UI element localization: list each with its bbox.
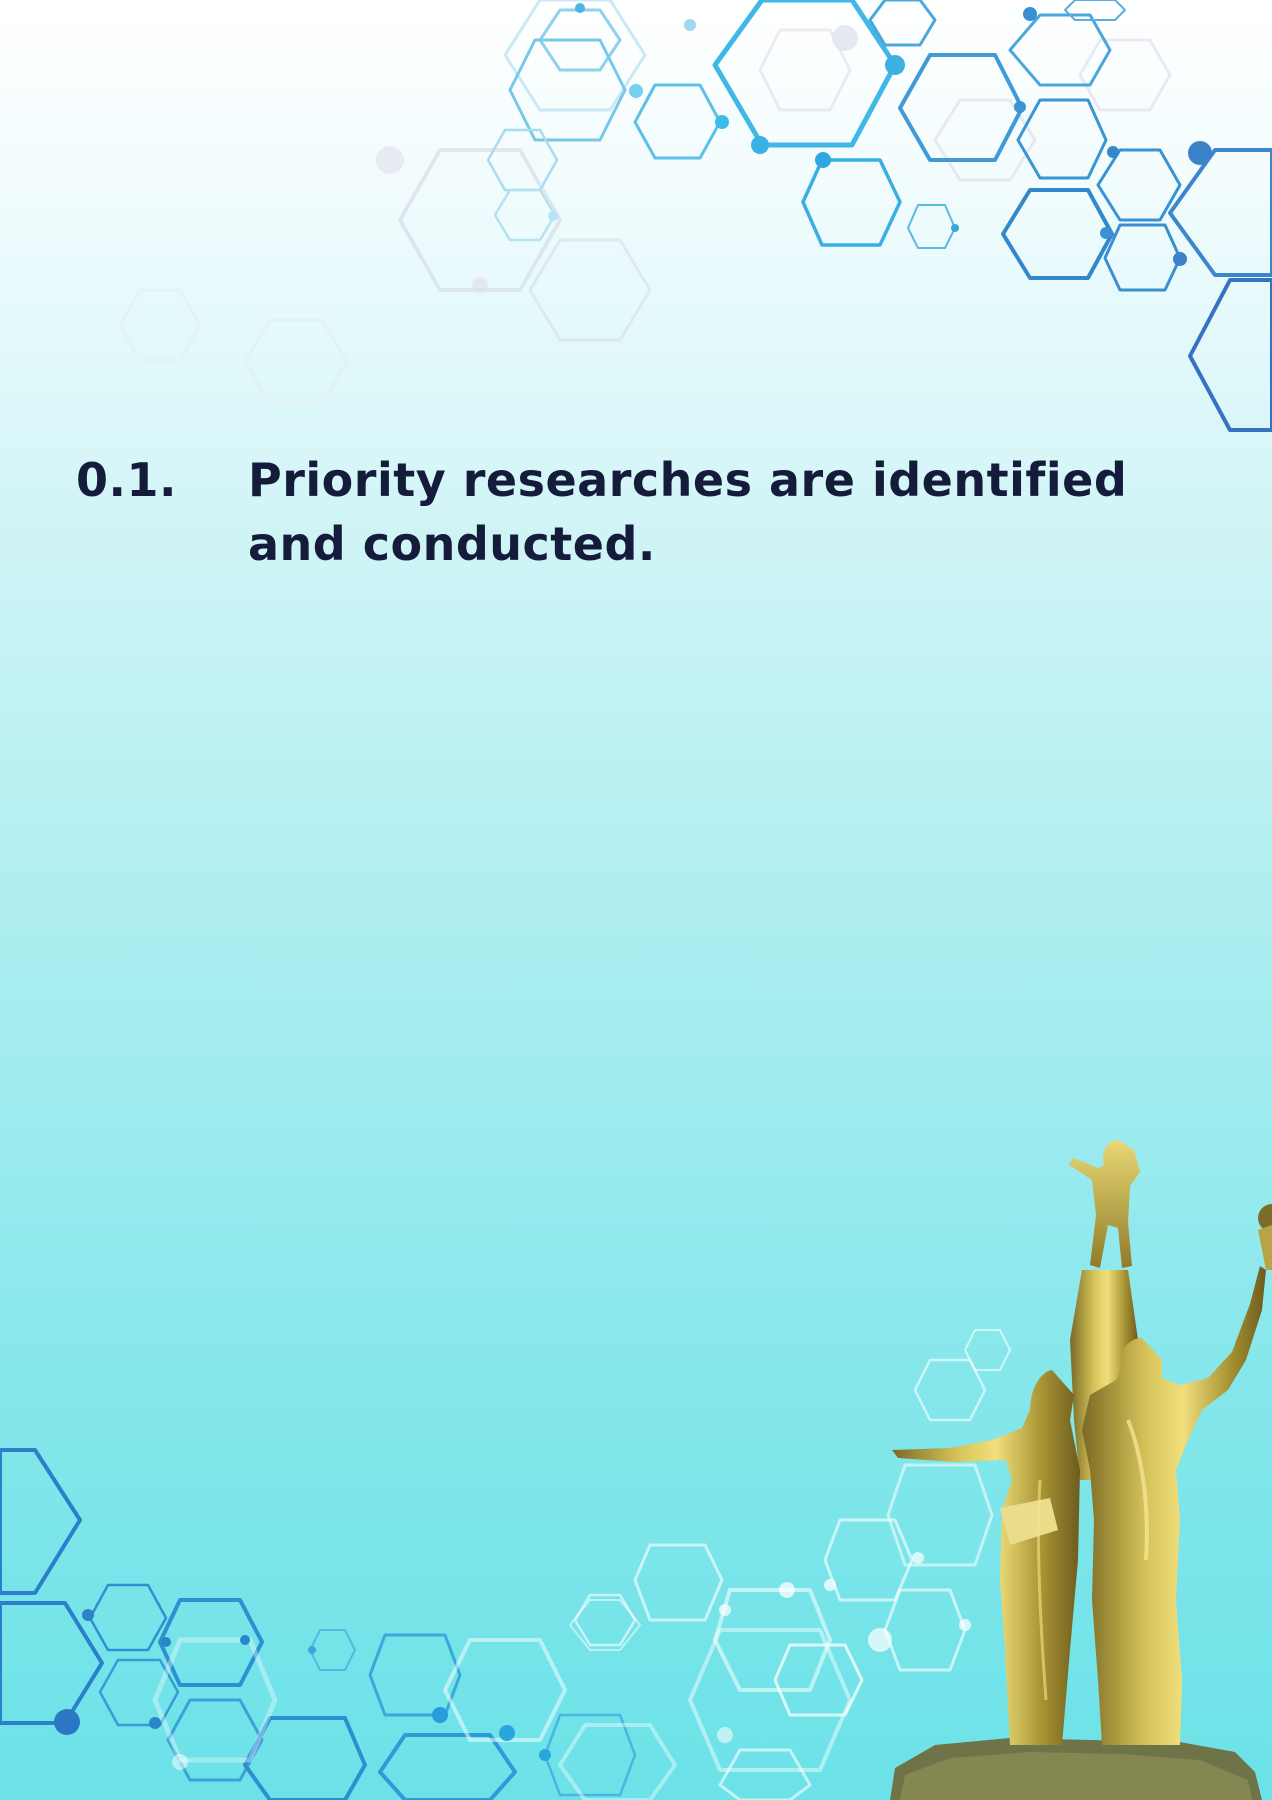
section-title: Priority researches are identified and c… xyxy=(248,453,1128,571)
document-page: 0.1. Priority researches are identified … xyxy=(0,0,1272,1800)
golden-monument-statue xyxy=(890,1140,1272,1800)
section-heading: 0.1. Priority researches are identified … xyxy=(76,448,1196,576)
section-number: 0.1. xyxy=(76,453,177,507)
